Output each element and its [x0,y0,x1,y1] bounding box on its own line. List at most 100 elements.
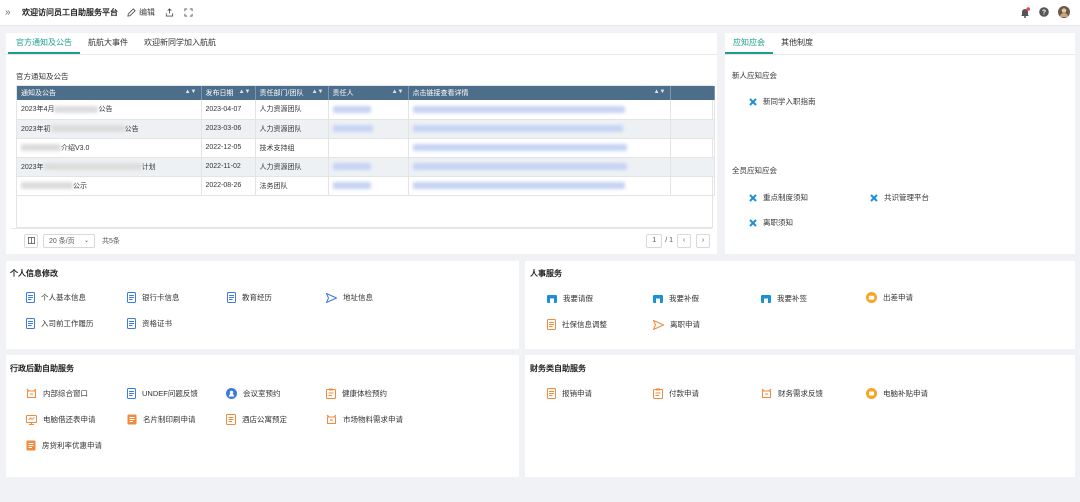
address-link[interactable]: 地址信息 [326,292,373,303]
calendar-icon [547,295,557,303]
newcomer-guide-link[interactable]: 新同学入职指南 [749,96,816,107]
consensus-platform-link[interactable]: 共识管理平台 [870,192,929,203]
notice-card: 官方通知及公告 航航大事件 欢迎新同学加入航航 官方通知及公告 通知及公告 ▲▼ … [6,33,717,254]
table-row[interactable]: 2023年 计划 2022-11-02 人力资源团队 [17,157,715,177]
share-icon[interactable] [165,8,174,17]
page-size-value: 20 条/页 [49,237,75,245]
finance-feedback-link[interactable]: 财务需求反馈 [761,388,823,399]
date-cell: 2023-04-07 [201,100,256,120]
hotel-booking-link[interactable]: 酒店公寓预定 [226,414,287,425]
owner-cell [328,138,409,158]
notice-title-cell[interactable]: 2023年初 公告 [17,119,202,139]
table-row[interactable]: 公示 2022-08-26 法务团队 [17,176,715,196]
fullscreen-icon[interactable] [184,8,193,17]
sort-icon[interactable]: ▲▼ [185,89,197,95]
tab-must-know[interactable]: 应知应会 [725,37,773,54]
business-card-print-link[interactable]: 名片制印刷申请 [127,414,196,425]
clipboard-icon [326,388,336,399]
pencil-icon [127,8,136,17]
date-cell: 2023-03-06 [201,119,256,139]
owner-cell [328,119,409,139]
alarm-icon [761,388,772,398]
bank-card-link[interactable]: 银行卡信息 [127,292,180,303]
social-security-link[interactable]: 社保信息调整 [547,319,607,330]
suitcase-icon [866,292,877,303]
page-size-select[interactable]: 20 条/页 ⌄ [43,233,95,248]
date-cell: 2022-12-05 [201,138,256,158]
page-title: 欢迎访问员工自助服务平台 [22,8,118,17]
column-header-department[interactable]: 责任部门/团队 ▲▼ [255,86,329,100]
form-icon [547,319,556,330]
edit-button[interactable]: 编辑 [127,7,155,18]
notice-section-title: 官方通知及公告 [16,72,69,81]
meeting-room-link[interactable]: 会议室预约 [226,388,281,399]
payment-request-link[interactable]: 付款申请 [653,388,699,399]
column-header-notice[interactable]: 通知及公告 ▲▼ [17,86,202,100]
notice-title-cell[interactable]: 介绍V3.0 [17,138,202,158]
section-title: 人事服务 [530,269,562,278]
work-history-link[interactable]: 入司前工作履历 [26,318,94,329]
mortgage-rate-link[interactable]: 房贷利率优惠申请 [26,440,102,451]
page-number-input[interactable]: 1 [646,233,663,248]
table-row[interactable]: 介绍V3.0 2022-12-05 技术支持组 [17,138,715,158]
checkin-makeup-link[interactable]: 我要补签 [761,293,807,304]
sort-icon[interactable]: ▲▼ [654,89,666,95]
certificates-link[interactable]: 资格证书 [127,318,172,329]
leave-request-link[interactable]: 我要请假 [547,293,593,304]
personal-info-card: 个人信息修改 个人基本信息 银行卡信息 教育经历 地址信息 入司前工作履历 资格… [6,261,519,349]
resignation-request-link[interactable]: 离职申请 [653,319,700,330]
newcomer-section-title: 新人应知应会 [732,71,777,80]
help-icon[interactable]: ? [1039,7,1049,19]
next-page-button[interactable]: › [696,233,710,248]
reimbursement-link[interactable]: 报销申请 [547,388,592,399]
send-icon [326,292,337,303]
leave-makeup-link[interactable]: 我要补假 [653,293,699,304]
prev-page-button[interactable]: ‹ [677,233,691,248]
health-check-link[interactable]: 健康体检预约 [326,388,387,399]
knowledge-card: 应知应会 其他制度 新人应知应会 新同学入职指南 全员应知应会 重点制度须知 共… [725,33,1075,254]
column-header-owner[interactable]: 责任人 ▲▼ [328,86,409,100]
calendar-icon [761,295,771,303]
table-row[interactable]: 2023年4月 公告 2023-04-07 人力资源团队 [17,100,715,120]
tab-welcome-newcomers[interactable]: 欢迎新同学加入航航 [136,37,224,54]
key-policies-link[interactable]: 重点制度须知 [749,192,808,203]
meeting-icon [226,388,237,399]
print-form-icon [26,440,36,451]
owner-cell [328,100,409,120]
notice-title-cell[interactable]: 2023年4月 公告 [17,100,202,120]
notice-title-cell[interactable]: 公示 [17,176,202,196]
undef-feedback-link[interactable]: UNDEF问题反馈 [127,388,198,399]
computer-subsidy-link[interactable]: 电脑补贴申请 [866,388,928,399]
avatar[interactable] [1058,6,1070,20]
sort-icon[interactable]: ▲▼ [312,89,324,95]
document-icon [127,318,136,329]
total-count: 共5条 [102,237,120,245]
admin-services-card: 行政后勤自助服务 内部综合窗口 UNDEF问题反馈 会议室预约 健康体检预约 电… [6,355,519,477]
column-header-empty [670,86,715,100]
department-cell: 法务团队 [255,176,329,196]
expand-sidebar-icon[interactable]: » [5,7,15,18]
resignation-notice-link[interactable]: 离职须知 [749,217,793,228]
notification-bell-icon[interactable] [1020,6,1030,20]
link-cell[interactable] [408,100,671,120]
link-cell[interactable] [408,176,671,196]
link-cell[interactable] [408,119,671,139]
basic-info-link[interactable]: 个人基本信息 [26,292,86,303]
link-cell[interactable] [408,138,671,158]
column-header-link[interactable]: 点击链接查看详情 ▲▼ [408,86,671,100]
marketing-materials-link[interactable]: 市场物料需求申请 [326,414,403,425]
sort-icon[interactable]: ▲▼ [392,89,404,95]
notice-title-cell[interactable]: 2023年 计划 [17,157,202,177]
tab-major-events[interactable]: 航航大事件 [80,37,136,54]
table-row[interactable]: 2023年初 公告 2023-03-06 人力资源团队 [17,119,715,139]
sort-icon[interactable]: ▲▼ [239,89,251,95]
column-settings-icon[interactable] [24,233,38,248]
column-header-date[interactable]: 发布日期 ▲▼ [201,86,256,100]
service-window-link[interactable]: 内部综合窗口 [26,388,88,399]
tab-official-notice[interactable]: 官方通知及公告 [8,37,80,54]
computer-loan-link[interactable]: 电脑借还表申请 [26,414,96,425]
link-cell[interactable] [408,157,671,177]
business-trip-link[interactable]: 出差申请 [866,292,913,303]
education-link[interactable]: 教育经历 [227,292,272,303]
tab-other-policies[interactable]: 其他制度 [773,37,821,54]
